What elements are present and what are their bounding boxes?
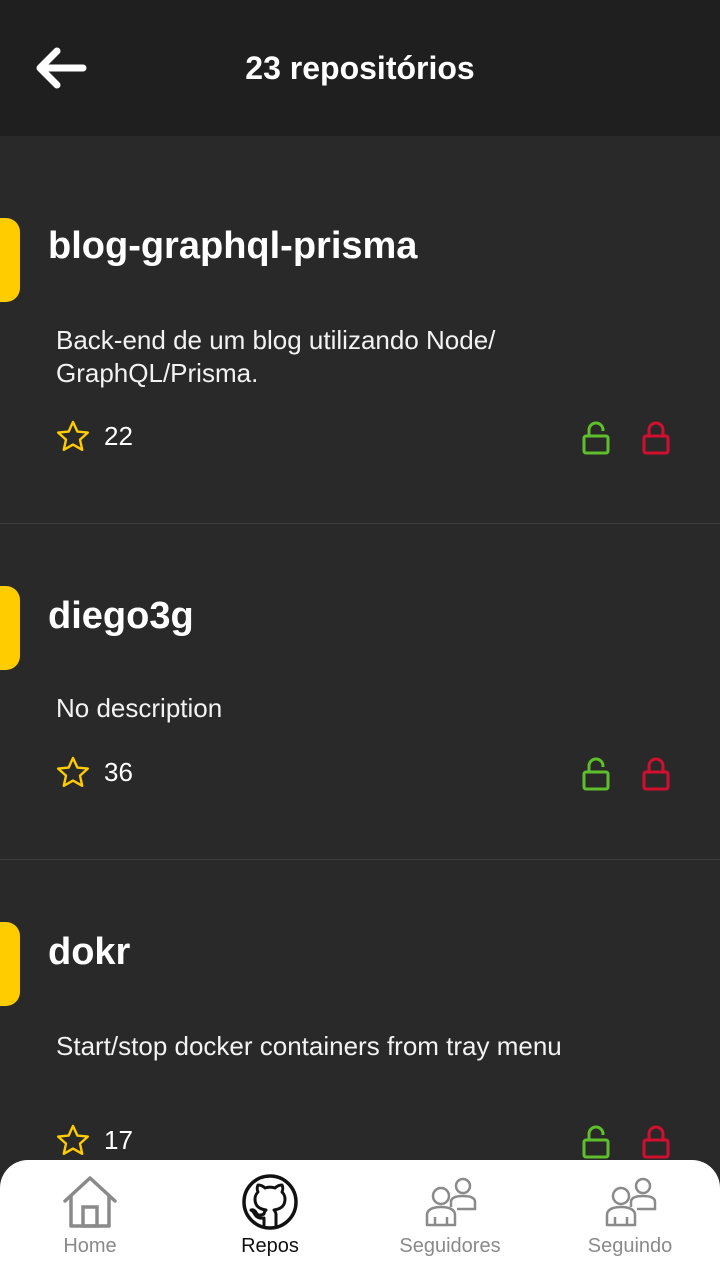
tab-label: Seguidores (399, 1235, 501, 1257)
lock-icon[interactable] (640, 420, 672, 456)
unlock-icon[interactable] (580, 420, 612, 456)
star-count: 36 (104, 757, 133, 787)
repo-name: blog-graphql-prisma (48, 225, 418, 267)
repo-description: No description (56, 693, 223, 723)
tab-home[interactable]: Home (0, 1160, 180, 1280)
page-title: 23 repositórios (245, 50, 475, 86)
tab-seguidores[interactable]: Seguidores (360, 1160, 540, 1280)
star-icon (57, 420, 89, 451)
repo-stars: 22 (56, 420, 133, 452)
following-icon (600, 1172, 660, 1232)
lock-icon[interactable] (640, 756, 672, 792)
repo-list[interactable]: blog-graphql-prisma Back-end de um blog … (0, 136, 720, 1160)
github-icon (240, 1172, 300, 1232)
repo-actions (580, 420, 672, 456)
star-icon (57, 756, 89, 787)
tab-label: Home (63, 1235, 117, 1257)
tab-label: Seguindo (587, 1235, 673, 1257)
tab-repos[interactable]: Repos (180, 1160, 360, 1280)
repo-stars: 17 (56, 1124, 133, 1156)
repo-name: diego3g (48, 595, 194, 637)
repo-actions (580, 1124, 672, 1160)
repo-card[interactable]: dokr Start/stop docker containers from t… (0, 860, 720, 1160)
repo-marker (0, 586, 20, 670)
repo-card[interactable]: diego3g No description 36 (0, 524, 720, 860)
repo-card[interactable]: blog-graphql-prisma Back-end de um blog … (0, 136, 720, 524)
repo-name: dokr (48, 931, 131, 973)
unlock-icon[interactable] (580, 756, 612, 792)
star-count: 17 (104, 1125, 133, 1155)
star-icon (57, 1124, 89, 1155)
bottom-tab-bar: Home Repos Seguidores Seguindo (0, 1160, 720, 1280)
tab-label: Repos (241, 1235, 299, 1257)
home-icon (60, 1172, 120, 1232)
lock-icon[interactable] (640, 1124, 672, 1160)
followers-icon (420, 1172, 480, 1232)
repo-description: Back-end de um blog utilizando Node/ Gra… (56, 325, 496, 388)
top-bar: 23 repositórios (0, 0, 720, 136)
tab-seguindo[interactable]: Seguindo (540, 1160, 720, 1280)
star-count: 22 (104, 421, 133, 451)
repo-marker (0, 922, 20, 1006)
repo-description: Start/stop docker containers from tray m… (56, 1031, 562, 1061)
repo-actions (580, 756, 672, 792)
repo-stars: 36 (56, 756, 133, 788)
unlock-icon[interactable] (580, 1124, 612, 1160)
repo-marker (0, 218, 20, 302)
